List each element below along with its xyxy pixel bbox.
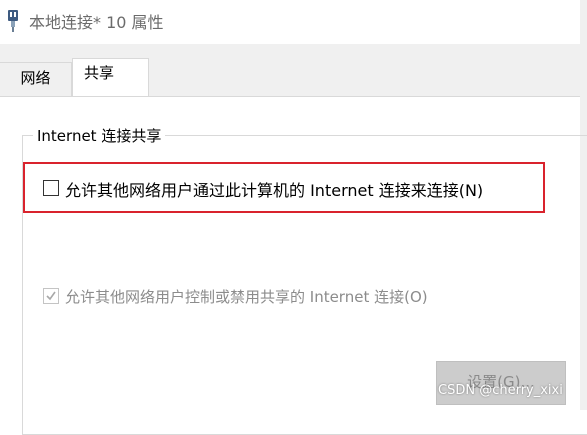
tab-sharing[interactable]: 共享 bbox=[72, 58, 149, 97]
check-mark-icon bbox=[46, 291, 56, 301]
group-title: Internet 连接共享 bbox=[33, 125, 166, 146]
allow-connect-checkbox[interactable] bbox=[43, 180, 59, 196]
allow-control-checkbox[interactable] bbox=[43, 288, 59, 304]
network-adapter-icon bbox=[6, 10, 20, 32]
tab-strip: 网络 共享 bbox=[0, 44, 587, 97]
tab-network[interactable]: 网络 bbox=[0, 62, 72, 96]
title-bar: 本地连接* 10 属性 bbox=[0, 0, 587, 44]
allow-control-label[interactable]: 允许其他网络用户控制或禁用共享的 Internet 连接(O) bbox=[65, 286, 428, 307]
allow-connect-label[interactable]: 允许其他网络用户通过此计算机的 Internet 连接来连接(N) bbox=[65, 177, 483, 201]
watermark: CSDN @cherry_xixi bbox=[438, 383, 563, 398]
window-title: 本地连接* 10 属性 bbox=[29, 13, 164, 32]
